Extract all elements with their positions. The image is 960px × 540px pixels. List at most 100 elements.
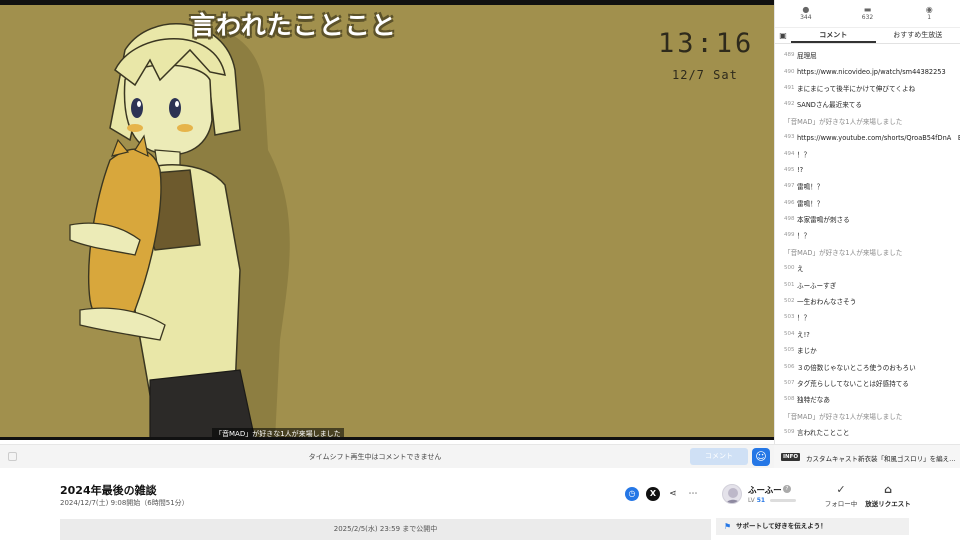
comment-input-bar: タイムシフト再生中はコメントできません コメント ☺ xyxy=(0,444,774,468)
share-icon[interactable]: ⋖ xyxy=(666,487,680,501)
comment-count-value: 632 xyxy=(861,14,874,21)
comment-number: 497 xyxy=(784,183,795,190)
comment-row[interactable]: 494！？ xyxy=(775,145,960,161)
comment-row[interactable]: 506 ３の倍数じゃないところ使うのおもろい xyxy=(775,358,960,374)
comment-number: 489 xyxy=(784,52,795,59)
comment-text: https://www.youtube.com/shorts/QroaB54fD… xyxy=(797,134,960,143)
comment-text: ！？ xyxy=(797,150,811,159)
comment-text: SANDさん最近来てる xyxy=(797,101,862,110)
comment-number: 508 xyxy=(784,396,795,403)
comment-row[interactable]: 503！？ xyxy=(775,309,960,325)
info-text: カスタムキャスト新衣装「和風ゴスロリ」を編え… xyxy=(806,455,956,463)
check-icon: ✓ xyxy=(836,483,846,496)
info-ticker[interactable]: INFO カスタムキャスト新衣装「和風ゴスロリ」を編え… xyxy=(774,444,960,468)
comment-text: ３の倍数じゃないところ使うのおもろい xyxy=(797,363,916,372)
comment-number: 504 xyxy=(784,330,795,337)
comment-text: 一生おわんなさそう xyxy=(797,298,857,307)
gift-count-value: 1 xyxy=(927,14,932,21)
comment-row[interactable]: 490 https://www.nicovideo.jp/watch/sm4438… xyxy=(775,63,960,79)
person-icon: ● xyxy=(802,5,810,14)
more-icon[interactable]: ⋯ xyxy=(686,487,700,501)
info-badge: INFO xyxy=(781,453,801,461)
program-title: 2024年最後の雑談 xyxy=(60,484,157,497)
comment-number: 491 xyxy=(784,84,795,91)
tab-recommended[interactable]: おすすめ生放送 xyxy=(876,28,960,43)
comment-text: まにまにって後半にかけて伸びてくよね xyxy=(797,84,916,93)
comment-number: 490 xyxy=(784,68,795,75)
comment-number: 496 xyxy=(784,199,795,206)
system-notice-text: 「音MAD」が好きな1人が来場しました xyxy=(784,412,903,421)
comment-text: 言われたことこと xyxy=(797,429,850,438)
comment-row[interactable]: 501 ふーふーすぎ xyxy=(775,276,960,292)
comment-row[interactable]: 499！？ xyxy=(775,227,960,243)
comment-text: ！？ xyxy=(797,314,811,323)
video-player[interactable]: 言われたことこと 13:16 12/7 Sat 「音MAD」が好きな1人が来場し… xyxy=(0,0,774,440)
panel-tabs: ▣ コメント おすすめ生放送 xyxy=(775,28,960,44)
timeshift-clock-icon[interactable]: ◷ xyxy=(625,487,639,501)
broadcaster-name[interactable]: ふーふー xyxy=(748,484,782,496)
comment-number: 507 xyxy=(784,380,795,386)
system-notice-row[interactable]: 「音MAD」が好きな1人が来場しました xyxy=(775,408,960,424)
follow-label: フォロー中 xyxy=(824,500,858,508)
support-label: サポートして好きを伝えよう！ xyxy=(736,522,827,530)
comment-row[interactable]: 495!? xyxy=(775,162,960,178)
comment-button[interactable]: コメント xyxy=(690,448,748,465)
comment-number: 498 xyxy=(784,216,795,223)
comment-row[interactable]: 491 まにまにって後半にかけて伸びてくよね xyxy=(775,80,960,96)
broadcast-request-button[interactable]: ⌂ 放送リクエスト xyxy=(864,483,912,509)
request-icon: ⌂ xyxy=(884,483,892,496)
comment-number: 495 xyxy=(784,166,795,173)
comment-row[interactable]: 505 まじか xyxy=(775,342,960,358)
public-until-notice: 2025/2/5(水) 23:59 まで公開中 xyxy=(60,519,711,540)
help-icon[interactable]: ? xyxy=(783,485,791,493)
comment-row[interactable]: 497 雷鳴！？ xyxy=(775,178,960,194)
comment-row[interactable]: 493 https://www.youtube.com/shorts/QroaB5… xyxy=(775,129,960,145)
tab-comments[interactable]: コメント xyxy=(791,28,876,43)
comment-text: ！？ xyxy=(797,232,811,241)
system-notice-text: 「音MAD」が好きな1人が来場しました xyxy=(784,117,903,126)
comment-row[interactable]: 492 SANDさん最近来てる xyxy=(775,96,960,112)
comment-icon: ▬ xyxy=(863,5,872,14)
comment-number: 501 xyxy=(784,281,795,288)
support-button[interactable]: ⚑ サポートして好きを伝えよう！ xyxy=(716,518,909,535)
chat-bubble-icon[interactable]: ▣ xyxy=(775,28,791,43)
comment-text: まじか xyxy=(797,347,817,356)
avatar[interactable] xyxy=(722,484,742,504)
comment-count: ▬ 632 xyxy=(837,0,899,27)
comment-row[interactable]: 489 屁理屈 xyxy=(775,47,960,63)
comment-text: 独特だなあ xyxy=(797,396,830,405)
comment-row[interactable]: 507 タグ荒らししてないことは好感持てる xyxy=(775,375,960,391)
level-bar xyxy=(770,499,796,502)
anime-girl-illustration xyxy=(69,23,290,440)
system-notice-row[interactable]: 「音MAD」が好きな1人が来場しました xyxy=(775,244,960,260)
comment-row[interactable]: 509 言われたことこと xyxy=(775,424,960,440)
comment-text: え xyxy=(797,265,804,274)
follow-button[interactable]: ✓ フォロー中 xyxy=(823,483,859,509)
comment-number: 506 xyxy=(784,363,795,370)
comment-number: 500 xyxy=(784,265,795,272)
video-clock: 13:16 xyxy=(658,28,755,59)
program-start-time: 2024/12/7(土) 9:08開始（6時間51分） xyxy=(60,499,189,507)
comment-row[interactable]: 508 独特だなあ xyxy=(775,391,960,407)
gift-count: ◉ 1 xyxy=(898,0,960,27)
comment-row[interactable]: 502 一生おわんなさそう xyxy=(775,293,960,309)
comment-text: !? xyxy=(797,165,804,174)
comment-text: 雷鳴！？ xyxy=(797,199,824,208)
video-date: 12/7 Sat xyxy=(672,68,738,82)
comment-row[interactable]: 498 本家雷鳴が刺さる xyxy=(775,211,960,227)
level-value: 51 xyxy=(756,497,766,504)
emoji-icon[interactable]: ☺ xyxy=(752,448,770,466)
viewer-count: ● 344 xyxy=(775,0,837,27)
comment-number: 505 xyxy=(784,347,795,354)
x-share-icon[interactable]: X xyxy=(646,487,660,501)
comment-row[interactable]: 504 え!? xyxy=(775,326,960,342)
system-notice-row[interactable]: 「音MAD」が好きな1人が来場しました xyxy=(775,113,960,129)
broadcaster-level: LV 51 xyxy=(748,497,765,504)
comment-row[interactable]: 496 雷鳴！？ xyxy=(775,195,960,211)
comment-row[interactable]: 500 え xyxy=(775,260,960,276)
player-top-bar xyxy=(0,0,774,5)
system-notice-text: 「音MAD」が好きな1人が来場しました xyxy=(784,248,903,257)
avatar-image xyxy=(726,488,740,503)
comment-text: 屁理屈 xyxy=(797,52,817,61)
comment-list[interactable]: 489 屁理屈 490 https://www.nicovideo.jp/watch/… xyxy=(775,44,960,440)
